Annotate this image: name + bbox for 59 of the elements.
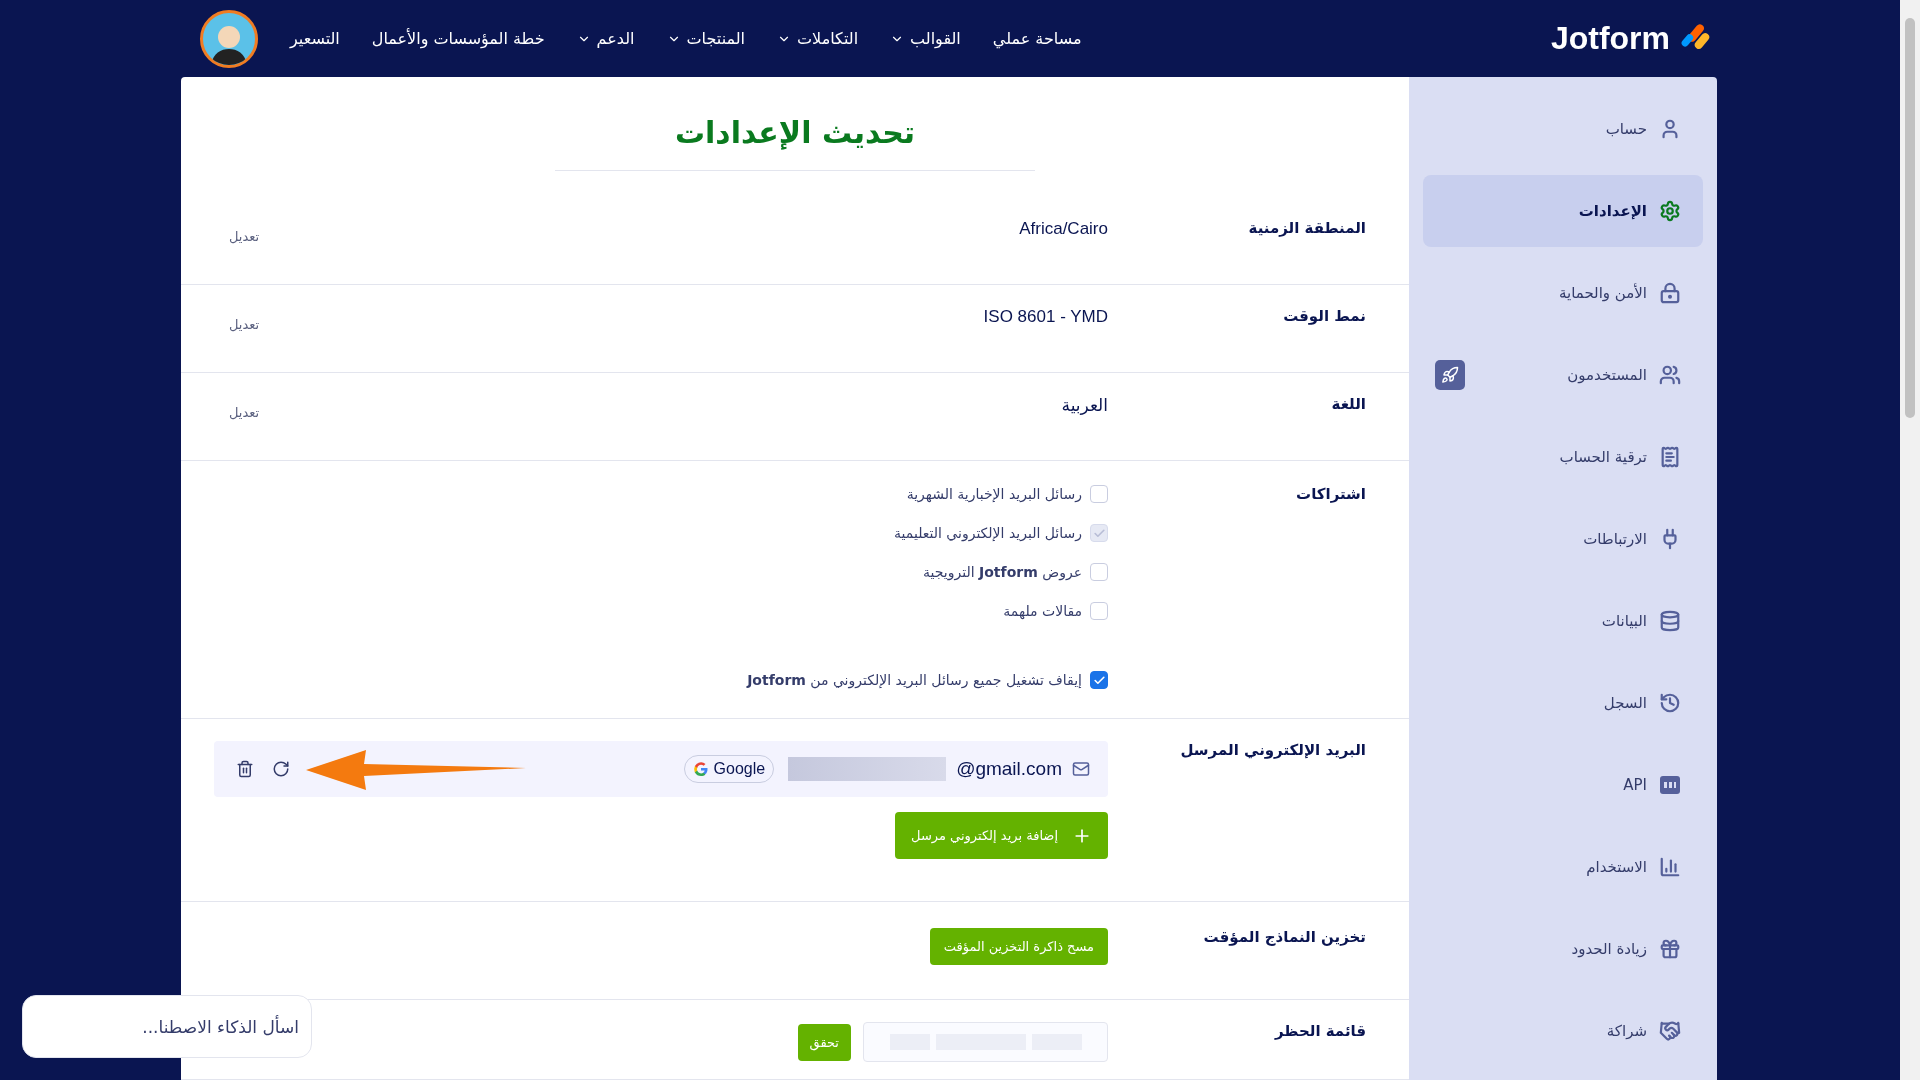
blocklist-field[interactable] — [863, 1022, 1108, 1062]
setting-label: اشتراكات — [1295, 485, 1366, 505]
bar-chart-icon — [1659, 856, 1681, 878]
sidebar-item[interactable]: شراكة — [1423, 995, 1703, 1067]
gift-icon — [1659, 938, 1681, 960]
checkbox-label: رسائل البريد الإلكتروني التعليمية — [894, 525, 1082, 541]
check-icon — [1092, 526, 1106, 540]
sidebar-item[interactable]: زيادة الحدود — [1423, 913, 1703, 985]
sidebar-item[interactable]: البيانات — [1423, 585, 1703, 657]
email-address: @gmail.com — [956, 758, 1062, 780]
sidebar-item[interactable]: الاستخدام — [1423, 831, 1703, 903]
nav-link[interactable]: خطة المؤسسات والأعمال — [371, 29, 545, 48]
nav-link[interactable]: الدعم — [576, 29, 635, 48]
history-icon — [1659, 692, 1681, 714]
nav-link[interactable]: القوالب — [890, 29, 961, 48]
gear-icon — [1659, 200, 1681, 222]
checkbox-label: مقالات ملهمة — [1003, 603, 1082, 619]
lock-icon — [1659, 282, 1681, 304]
setting-label: اللغة — [1330, 395, 1366, 415]
edit-link[interactable]: تعديل — [229, 317, 260, 332]
sidebar-item[interactable]: حساب — [1423, 93, 1703, 165]
setting-label: قائمة الحظر — [1273, 1022, 1366, 1042]
nav-link[interactable]: المنتجات — [666, 29, 746, 48]
page-title: تحديث الإعدادات — [674, 115, 916, 150]
sidebar-item[interactable]: الارتباطات — [1423, 503, 1703, 575]
api-icon — [1659, 774, 1681, 796]
setting-value: ISO 8601 - YMD — [983, 307, 1108, 327]
setting-label: نمط الوقت — [1282, 307, 1366, 327]
nav-link[interactable]: التسعير — [290, 29, 340, 48]
database-icon — [1659, 610, 1681, 632]
receipt-icon — [1659, 446, 1681, 468]
ai-chat-prompt[interactable]: اسأل الذكاء الاصطنا... — [22, 995, 312, 1058]
sidebar-item[interactable]: السجل — [1423, 667, 1703, 739]
edit-link[interactable]: تعديل — [229, 405, 260, 420]
sidebar-item[interactable]: API — [1423, 749, 1703, 821]
sidebar-item[interactable]: الإعدادات — [1423, 175, 1703, 247]
setting-value: Africa/Cairo — [1019, 219, 1108, 239]
setting-label: البريد الإلكتروني المرسل — [1179, 741, 1366, 761]
scrollbar[interactable] — [1900, 0, 1920, 1080]
google-icon — [692, 761, 709, 777]
user-icon — [1659, 118, 1681, 140]
nav-link[interactable]: التكاملات — [777, 29, 859, 48]
handshake-icon — [1659, 1020, 1681, 1042]
nav-link[interactable]: مساحة عملي — [992, 29, 1082, 48]
check-icon — [1092, 673, 1106, 687]
checkbox-label: رسائل البريد الإخبارية الشهرية — [906, 486, 1082, 502]
setting-value: العربية — [1061, 395, 1108, 416]
sidebar-item[interactable]: ترقية الحساب — [1423, 421, 1703, 493]
users-icon — [1659, 364, 1681, 386]
sidebar-item[interactable]: الأمن والحماية — [1423, 257, 1703, 329]
checkbox[interactable] — [1090, 671, 1108, 689]
sidebar-item[interactable]: المستخدمون — [1423, 339, 1703, 411]
avatar[interactable] — [200, 9, 258, 68]
edit-link[interactable]: تعديل — [229, 229, 260, 244]
setting-label: المنطقة الزمنية — [1247, 219, 1366, 239]
rocket-icon — [1435, 360, 1465, 390]
logo-text[interactable]: Jotform — [1550, 20, 1670, 57]
mail-icon — [1072, 760, 1090, 778]
setting-label: تخزين النماذج المؤقت — [1202, 928, 1366, 948]
